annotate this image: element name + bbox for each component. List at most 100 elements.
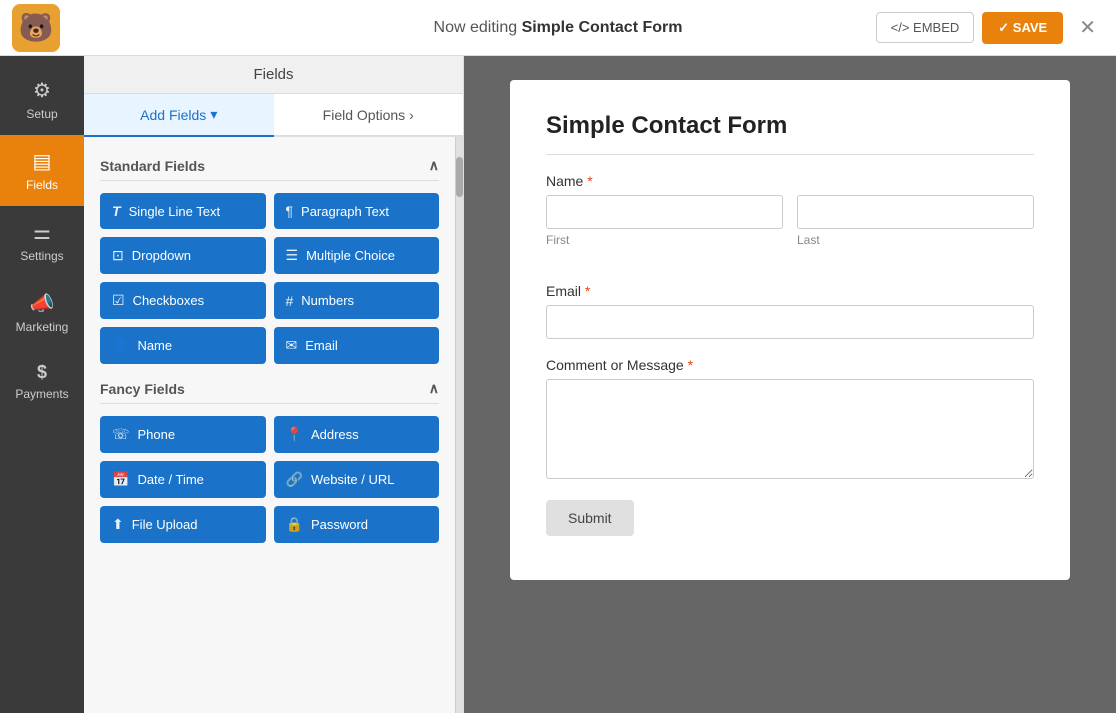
logo-bear: 🐻 bbox=[12, 4, 60, 52]
fancy-fields-header: Fancy Fields ∧ bbox=[100, 380, 439, 404]
panel-scrollbar[interactable] bbox=[455, 137, 463, 713]
field-btn-password-label: Password bbox=[311, 517, 368, 532]
tab-field-options[interactable]: Field Options › bbox=[274, 94, 464, 135]
single-line-text-icon: T bbox=[112, 203, 121, 219]
sidebar: ⚙ Setup ▤ Fields ⚌ Settings 📣 Marketing … bbox=[0, 56, 84, 713]
field-btn-website-url[interactable]: 🔗 Website / URL bbox=[274, 461, 440, 498]
tab-add-fields-label: Add Fields bbox=[140, 107, 206, 123]
sidebar-label-marketing: Marketing bbox=[16, 320, 69, 334]
paragraph-text-icon: ¶ bbox=[286, 203, 294, 219]
field-btn-multiple-choice-label: Multiple Choice bbox=[306, 248, 395, 263]
field-btn-name[interactable]: 👤 Name bbox=[100, 327, 266, 364]
form-field-message: Comment or Message * bbox=[546, 357, 1034, 482]
form-name-first-label: First bbox=[546, 233, 783, 247]
form-name: Simple Contact Form bbox=[522, 19, 683, 36]
form-label-name: Name * bbox=[546, 173, 1034, 189]
website-url-icon: 🔗 bbox=[286, 471, 303, 488]
form-preview: Simple Contact Form Name * First Last bbox=[464, 56, 1116, 713]
phone-icon: ☏ bbox=[112, 426, 130, 443]
form-title-area: Now editing Simple Contact Form bbox=[434, 19, 683, 37]
field-btn-address[interactable]: 📍 Address bbox=[274, 416, 440, 453]
tab-add-fields[interactable]: Add Fields ▾ bbox=[84, 94, 274, 137]
standard-fields-grid: T Single Line Text ¶ Paragraph Text ⊡ Dr… bbox=[100, 193, 439, 364]
required-asterisk-name: * bbox=[583, 173, 592, 189]
field-btn-phone[interactable]: ☏ Phone bbox=[100, 416, 266, 453]
save-button[interactable]: ✓ SAVE bbox=[982, 12, 1063, 44]
sidebar-item-marketing[interactable]: 📣 Marketing bbox=[0, 277, 84, 348]
sidebar-label-setup: Setup bbox=[26, 107, 57, 121]
field-btn-dropdown-label: Dropdown bbox=[132, 248, 191, 263]
form-submit-button[interactable]: Submit bbox=[546, 500, 634, 536]
tab-field-options-label: Field Options bbox=[323, 107, 405, 123]
payments-icon: $ bbox=[37, 362, 47, 383]
tabs-bar: Add Fields ▾ Field Options › bbox=[84, 94, 463, 137]
collapse-standard-icon[interactable]: ∧ bbox=[429, 157, 439, 174]
logo: 🐻 bbox=[12, 4, 60, 52]
field-btn-file-upload[interactable]: ⬆ File Upload bbox=[100, 506, 266, 543]
fancy-fields-title: Fancy Fields bbox=[100, 381, 185, 397]
field-btn-date-time[interactable]: 📅 Date / Time bbox=[100, 461, 266, 498]
field-btn-numbers[interactable]: # Numbers bbox=[274, 282, 440, 319]
embed-button[interactable]: </> EMBED bbox=[876, 12, 975, 43]
field-btn-date-time-label: Date / Time bbox=[137, 472, 203, 487]
field-btn-file-upload-label: File Upload bbox=[132, 517, 198, 532]
settings-icon: ⚌ bbox=[33, 220, 51, 245]
fields-panel-header: Fields bbox=[84, 56, 463, 94]
field-btn-paragraph-text-label: Paragraph Text bbox=[301, 204, 389, 219]
form-label-message: Comment or Message * bbox=[546, 357, 1034, 373]
required-asterisk-email: * bbox=[581, 283, 590, 299]
field-btn-checkboxes[interactable]: ☑ Checkboxes bbox=[100, 282, 266, 319]
chevron-right-icon: › bbox=[409, 107, 414, 123]
panel-scrollbar-thumb bbox=[456, 157, 463, 197]
address-icon: 📍 bbox=[286, 426, 303, 443]
fields-icon: ▤ bbox=[33, 149, 52, 174]
form-name-row: First Last bbox=[546, 195, 1034, 265]
checkboxes-icon: ☑ bbox=[112, 292, 125, 309]
field-btn-checkboxes-label: Checkboxes bbox=[133, 293, 205, 308]
form-message-textarea[interactable] bbox=[546, 379, 1034, 479]
form-preview-title: Simple Contact Form bbox=[546, 112, 1034, 155]
form-card: Simple Contact Form Name * First Last bbox=[510, 80, 1070, 580]
field-btn-address-label: Address bbox=[311, 427, 359, 442]
field-btn-name-label: Name bbox=[137, 338, 172, 353]
sidebar-label-payments: Payments bbox=[15, 387, 68, 401]
fancy-fields-grid: ☏ Phone 📍 Address 📅 Date / Time 🔗 Websit… bbox=[100, 416, 439, 543]
standard-fields-title: Standard Fields bbox=[100, 158, 205, 174]
field-btn-numbers-label: Numbers bbox=[301, 293, 354, 308]
field-btn-password[interactable]: 🔒 Password bbox=[274, 506, 440, 543]
form-name-first-input[interactable] bbox=[546, 195, 783, 229]
sidebar-label-fields: Fields bbox=[26, 178, 58, 192]
field-btn-website-url-label: Website / URL bbox=[311, 472, 395, 487]
gear-icon: ⚙ bbox=[33, 78, 51, 103]
password-icon: 🔒 bbox=[286, 516, 303, 533]
sidebar-item-settings[interactable]: ⚌ Settings bbox=[0, 206, 84, 277]
collapse-fancy-icon[interactable]: ∧ bbox=[429, 380, 439, 397]
standard-fields-header: Standard Fields ∧ bbox=[100, 157, 439, 181]
topbar-actions: </> EMBED ✓ SAVE ✕ bbox=[876, 11, 1104, 44]
form-email-input[interactable] bbox=[546, 305, 1034, 339]
email-icon: ✉ bbox=[286, 337, 298, 354]
field-btn-single-line-text-label: Single Line Text bbox=[129, 204, 221, 219]
sidebar-label-settings: Settings bbox=[20, 249, 63, 263]
field-btn-dropdown[interactable]: ⊡ Dropdown bbox=[100, 237, 266, 274]
close-button[interactable]: ✕ bbox=[1071, 11, 1104, 44]
required-asterisk-message: * bbox=[684, 357, 693, 373]
sidebar-item-payments[interactable]: $ Payments bbox=[0, 348, 84, 415]
chevron-down-icon: ▾ bbox=[210, 106, 217, 123]
field-btn-email[interactable]: ✉ Email bbox=[274, 327, 440, 364]
sidebar-item-setup[interactable]: ⚙ Setup bbox=[0, 64, 84, 135]
form-name-last-group: Last bbox=[797, 195, 1034, 247]
marketing-icon: 📣 bbox=[30, 291, 55, 316]
file-upload-icon: ⬆ bbox=[112, 516, 124, 533]
form-field-name: Name * First Last bbox=[546, 173, 1034, 265]
form-name-last-input[interactable] bbox=[797, 195, 1034, 229]
sidebar-item-fields[interactable]: ▤ Fields bbox=[0, 135, 84, 206]
name-icon: 👤 bbox=[112, 337, 129, 354]
form-field-email: Email * bbox=[546, 283, 1034, 339]
field-btn-single-line-text[interactable]: T Single Line Text bbox=[100, 193, 266, 229]
editing-prefix: Now editing bbox=[434, 19, 522, 36]
topbar: 🐻 Now editing Simple Contact Form </> EM… bbox=[0, 0, 1116, 56]
main-layout: ⚙ Setup ▤ Fields ⚌ Settings 📣 Marketing … bbox=[0, 56, 1116, 713]
field-btn-multiple-choice[interactable]: ☰ Multiple Choice bbox=[274, 237, 440, 274]
field-btn-paragraph-text[interactable]: ¶ Paragraph Text bbox=[274, 193, 440, 229]
